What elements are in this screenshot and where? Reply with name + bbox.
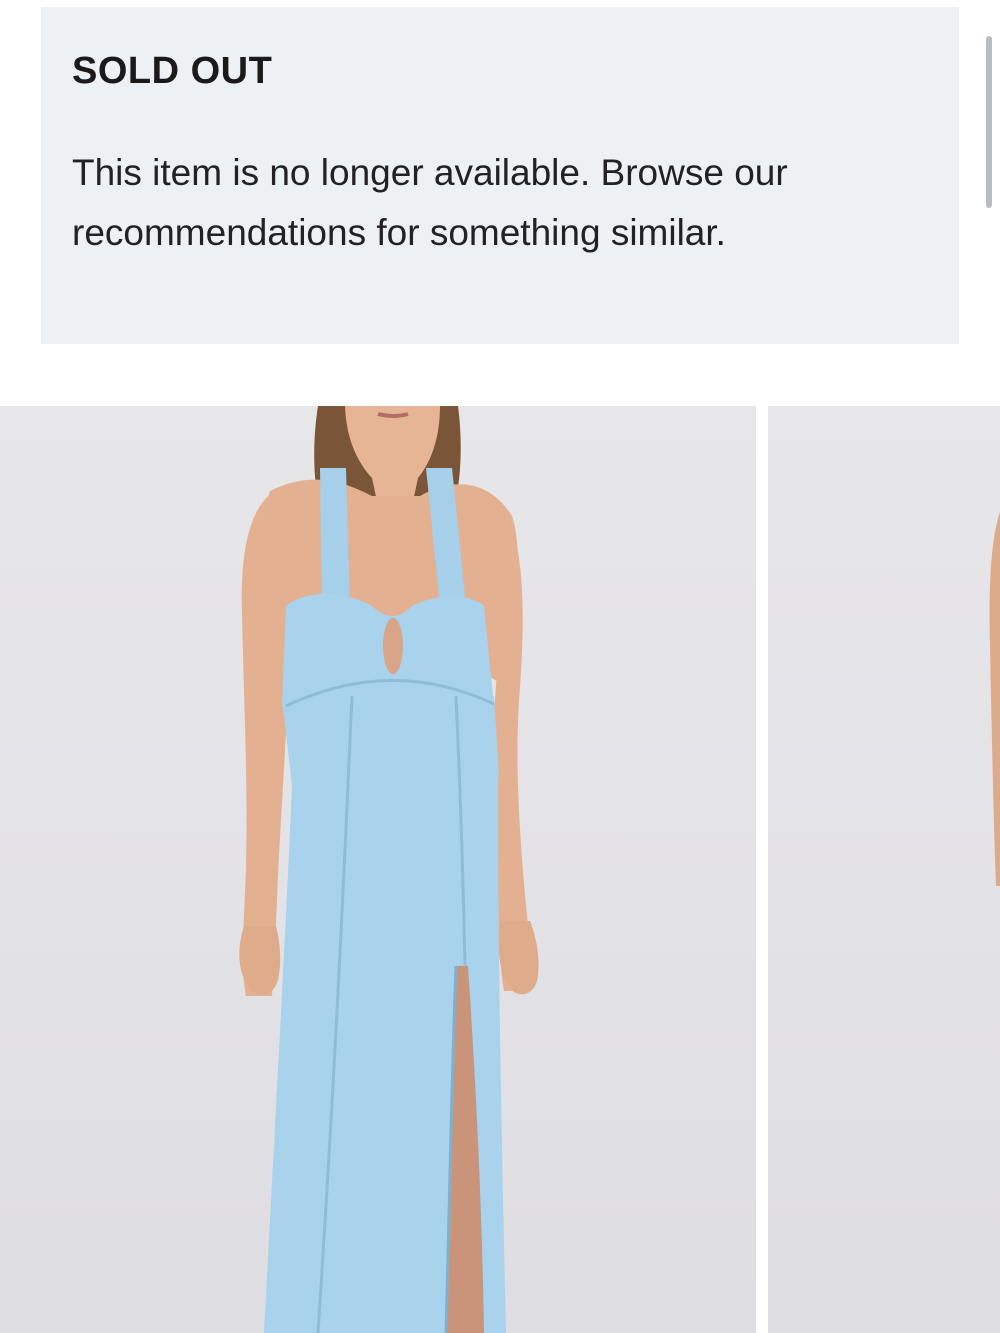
dress-photo-illustration: [239, 406, 539, 1333]
sold-out-notice: SOLD OUT This item is no longer availabl…: [41, 7, 959, 344]
product-image-2[interactable]: [768, 406, 1000, 1333]
notice-title: SOLD OUT: [72, 50, 273, 92]
product-image-gallery[interactable]: [0, 406, 1000, 1333]
partial-photo-illustration: [989, 512, 1000, 886]
product-image-1[interactable]: [0, 406, 756, 1333]
notice-message: This item is no longer available. Browse…: [72, 151, 788, 253]
product-page: SOLD OUT This item is no longer availabl…: [0, 0, 1000, 1333]
scrollbar[interactable]: [986, 36, 992, 208]
